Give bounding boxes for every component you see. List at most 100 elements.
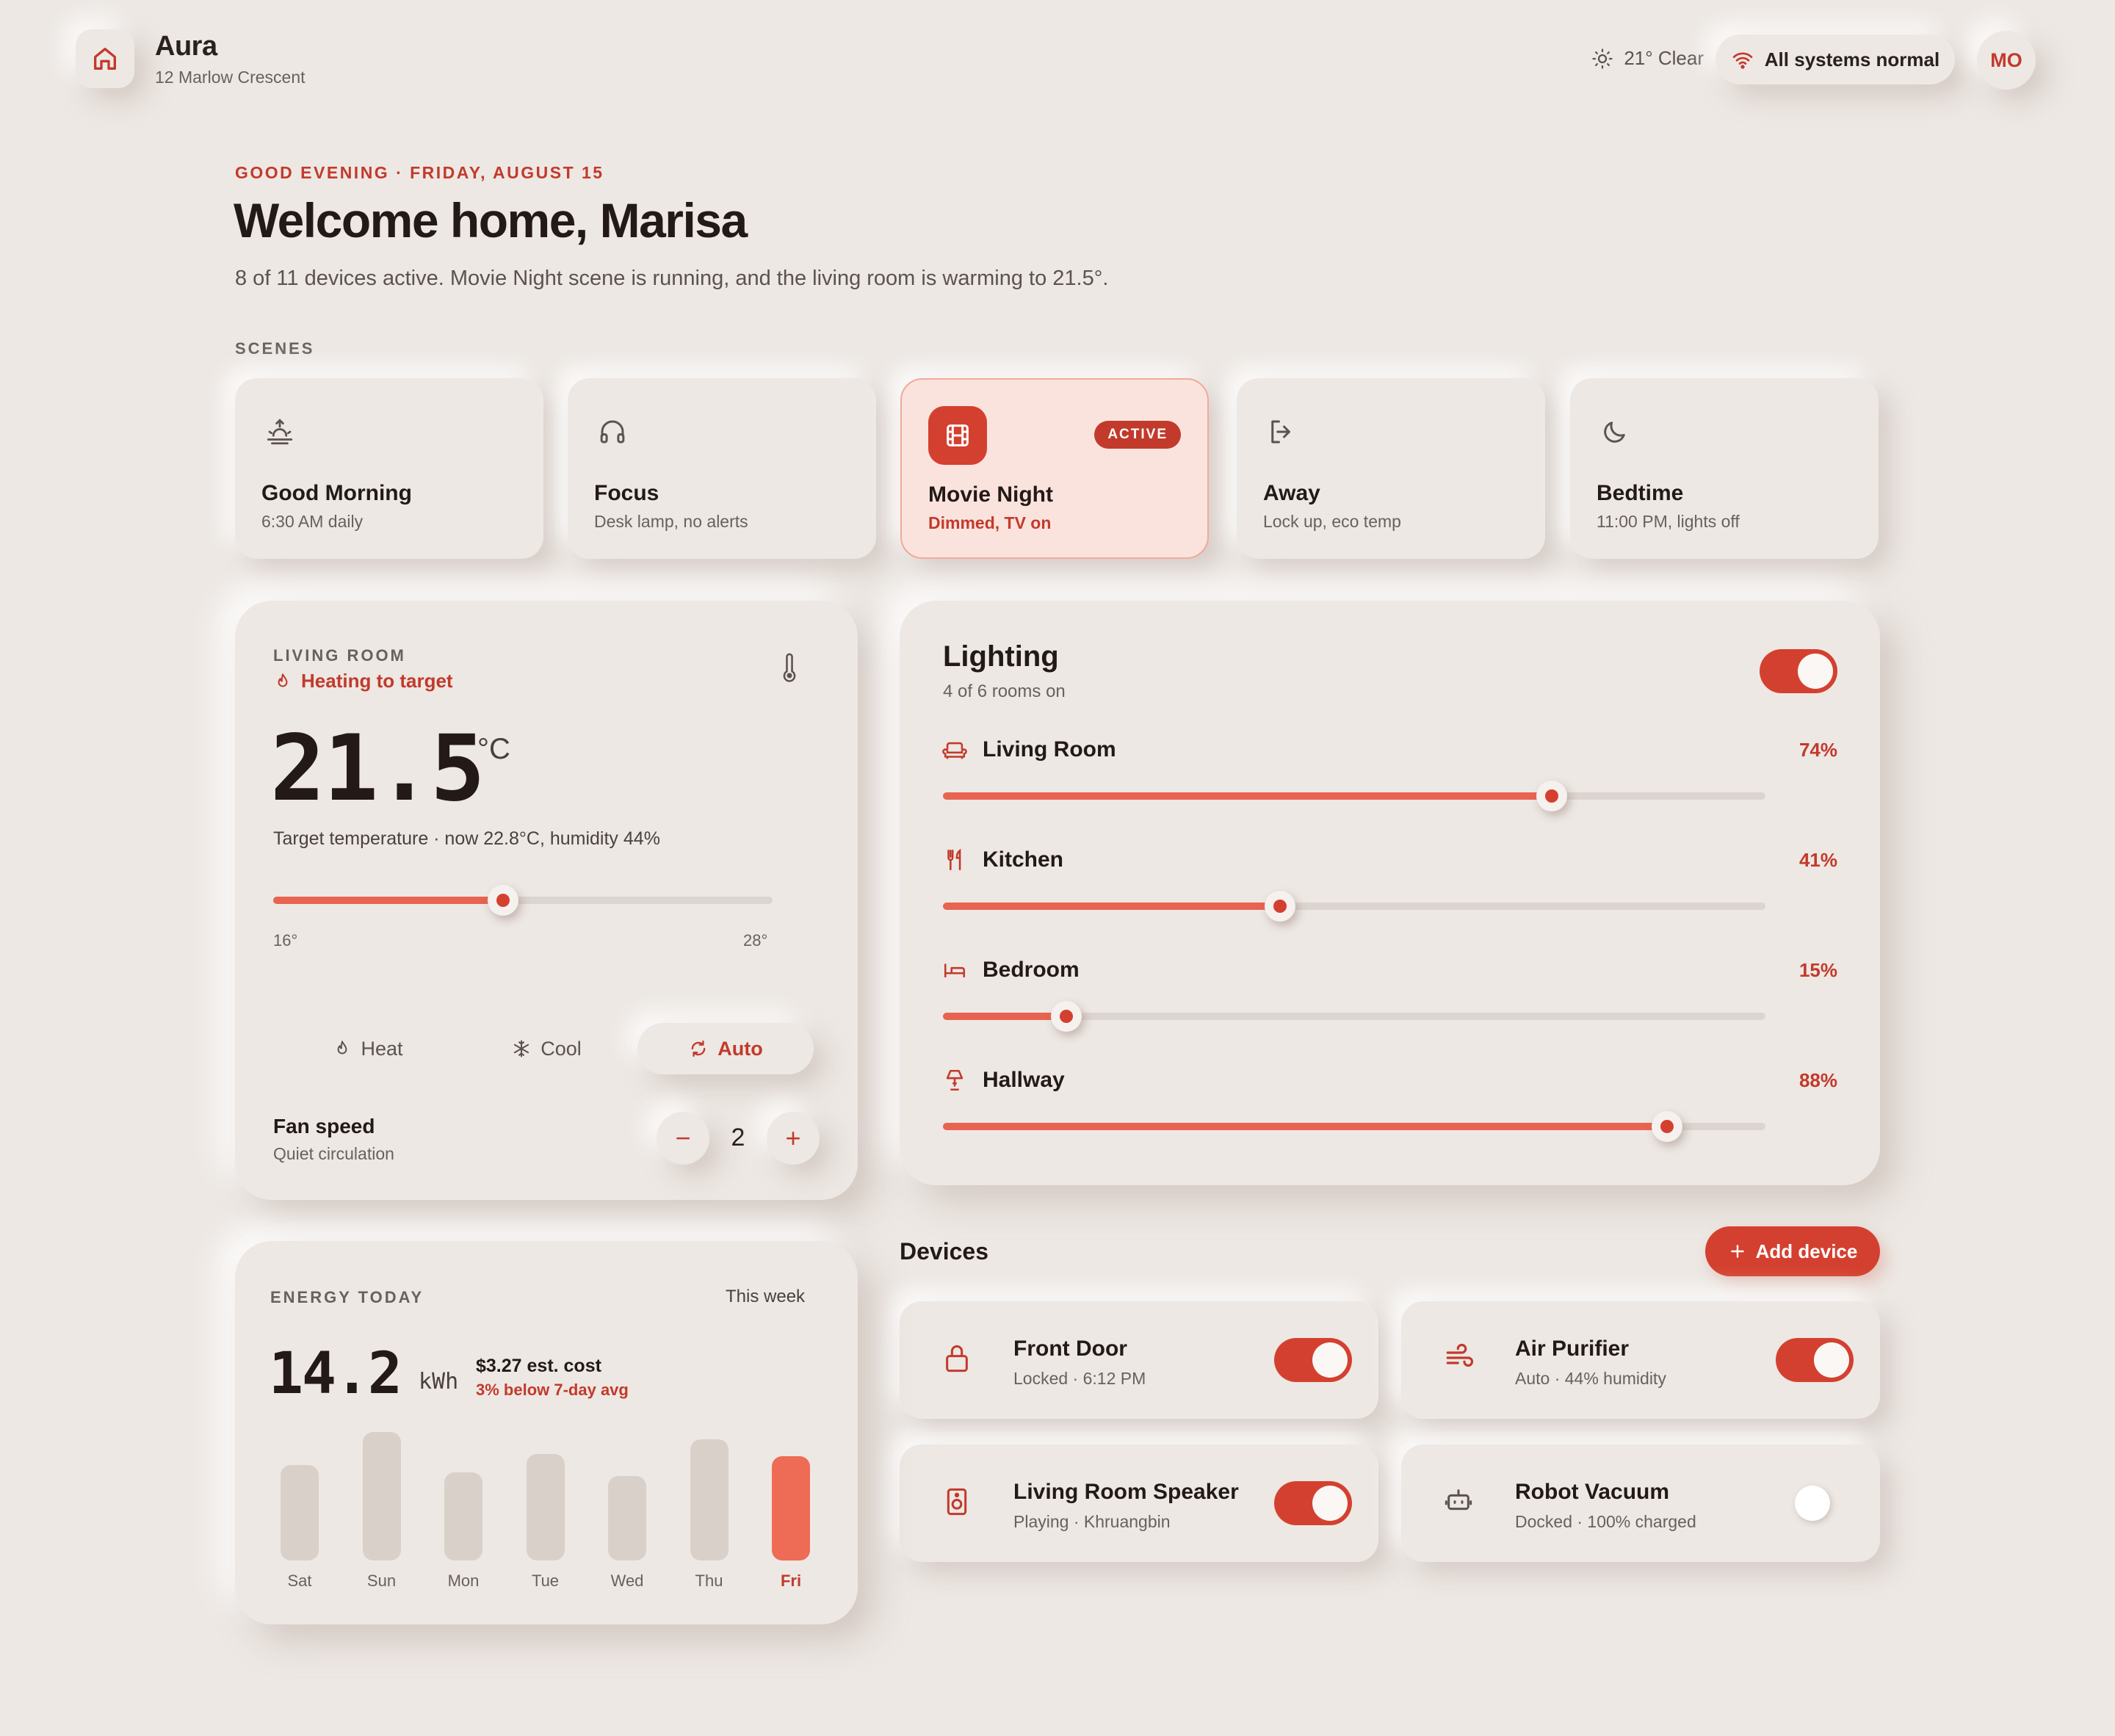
light-slider-fill	[943, 1013, 1066, 1020]
scene-name: Bedtime	[1597, 481, 1684, 505]
fan-speed-label: Fan speed	[273, 1115, 375, 1138]
mode-label: Heat	[361, 1037, 403, 1060]
energy-range-selector[interactable]: This week	[726, 1287, 805, 1307]
energy-bar-mon	[444, 1472, 482, 1560]
light-room-label: Bedroom	[983, 958, 1080, 982]
device-meta: Locked · 6:12 PM	[1013, 1369, 1146, 1388]
home-logo-button[interactable]	[76, 29, 134, 88]
light-slider-knob[interactable]	[1651, 1111, 1682, 1142]
light-slider-knob[interactable]	[1051, 1001, 1082, 1032]
scene-name: Away	[1263, 481, 1320, 505]
energy-day-label: Wed	[610, 1572, 644, 1590]
temperature-unit: °C	[477, 733, 510, 765]
fan-decrease-button[interactable]: −	[657, 1112, 709, 1165]
scene-desc: Dimmed, TV on	[928, 513, 1052, 532]
light-slider-bedroom[interactable]	[943, 1001, 1765, 1032]
energy-day-label: Sat	[287, 1572, 312, 1590]
greeting-date: GOOD EVENING · FRIDAY, AUGUST 15	[235, 163, 604, 182]
energy-bar-sun	[362, 1432, 401, 1560]
thermometer-icon	[777, 652, 802, 684]
utensils-icon	[942, 847, 967, 872]
light-slider-knob[interactable]	[1536, 781, 1567, 811]
energy-bar-thu	[690, 1439, 728, 1560]
snowflake-icon	[511, 1038, 532, 1059]
device-toggle[interactable]	[1776, 1481, 1854, 1525]
add-device-button[interactable]: Add device	[1705, 1226, 1880, 1276]
light-slider-knob[interactable]	[1265, 891, 1296, 922]
flame-icon	[273, 672, 292, 691]
logout-icon	[1263, 413, 1300, 450]
heating-status-text: Heating to target	[301, 670, 453, 692]
light-slider-fill	[943, 903, 1281, 910]
device-toggle[interactable]	[1274, 1481, 1352, 1525]
robot-icon	[1444, 1486, 1473, 1515]
home-address: 12 Marlow Crescent	[155, 68, 306, 87]
user-avatar[interactable]: MO	[1977, 31, 2036, 90]
lighting-subtitle: 4 of 6 rooms on	[943, 681, 1066, 701]
device-name: Living Room Speaker	[1013, 1480, 1239, 1504]
fan-speed-value: 2	[731, 1124, 745, 1151]
device-air-purifier[interactable]: Air Purifier Auto · 44% humidity	[1401, 1301, 1880, 1419]
fan-speed-sub: Quiet circulation	[273, 1144, 394, 1163]
energy-bar-chart	[270, 1425, 828, 1560]
scene-away[interactable]: Away Lock up, eco temp	[1237, 378, 1545, 559]
energy-unit: kWh	[419, 1369, 459, 1395]
temperature-slider[interactable]	[273, 885, 773, 916]
weather-text: 21° Clear	[1624, 47, 1704, 69]
energy-day-label: Tue	[531, 1572, 560, 1590]
device-robot-vacuum[interactable]: Robot Vacuum Docked · 100% charged	[1401, 1444, 1880, 1562]
energy-day-label: Fri	[780, 1572, 802, 1590]
device-name: Front Door	[1013, 1337, 1127, 1361]
mode-heat-button[interactable]: Heat	[313, 1023, 423, 1074]
device-toggle[interactable]	[1776, 1338, 1854, 1382]
scene-desc: 11:00 PM, lights off	[1597, 512, 1740, 531]
mode-cool-button[interactable]: Cool	[488, 1023, 605, 1074]
scene-good-morning[interactable]: Good Morning 6:30 AM daily	[235, 378, 543, 559]
wifi-icon	[1731, 48, 1754, 71]
film-icon	[928, 406, 987, 465]
sofa-icon	[942, 738, 967, 763]
scene-bedtime[interactable]: Bedtime 11:00 PM, lights off	[1570, 378, 1879, 559]
devices-title: Devices	[900, 1238, 988, 1265]
device-toggle[interactable]	[1274, 1338, 1352, 1382]
fan-increase-button[interactable]: +	[767, 1112, 820, 1165]
system-status-pill[interactable]: All systems normal	[1716, 35, 1955, 84]
headphones-icon	[594, 413, 631, 450]
light-slider-fill	[943, 1123, 1667, 1130]
energy-bar-wed	[608, 1476, 646, 1560]
moon-icon	[1597, 413, 1633, 450]
sunrise-icon	[261, 413, 298, 450]
system-status-text: All systems normal	[1764, 48, 1940, 70]
flame-icon	[333, 1039, 352, 1058]
light-slider-living-room[interactable]	[943, 781, 1765, 811]
lighting-master-toggle[interactable]	[1760, 649, 1837, 693]
scene-focus[interactable]: Focus Desk lamp, no alerts	[568, 378, 876, 559]
light-room-percent: 74%	[1798, 739, 1837, 761]
scene-name: Movie Night	[928, 482, 1053, 507]
scene-name: Good Morning	[261, 481, 412, 505]
temperature-caption: Target temperature · now 22.8°C, humidit…	[273, 828, 660, 849]
scene-name: Focus	[594, 481, 659, 505]
light-slider-kitchen[interactable]	[943, 891, 1765, 922]
temperature-slider-fill	[273, 897, 503, 904]
scene-movie-night[interactable]: ACTIVE Movie Night Dimmed, TV on	[900, 378, 1209, 559]
light-room-label: Kitchen	[983, 847, 1064, 872]
brand-name: Aura	[155, 31, 217, 62]
temperature-slider-knob[interactable]	[487, 885, 518, 916]
light-room-label: Hallway	[983, 1068, 1065, 1092]
energy-bar-fri	[772, 1456, 810, 1560]
lamp-icon	[942, 1068, 967, 1093]
device-living-room-speaker[interactable]: Living Room Speaker Playing · Khruangbin	[900, 1444, 1378, 1562]
light-room-percent: 41%	[1798, 849, 1837, 871]
lighting-title: Lighting	[943, 640, 1059, 673]
mode-auto-button[interactable]: Auto	[637, 1023, 814, 1074]
mode-label: Auto	[717, 1037, 763, 1060]
light-slider-fill	[943, 792, 1552, 800]
energy-day-label: Mon	[447, 1572, 480, 1590]
device-front-door[interactable]: Front Door Locked · 6:12 PM	[900, 1301, 1378, 1419]
scene-desc: Lock up, eco temp	[1263, 512, 1401, 531]
weather-widget: 21° Clear	[1591, 47, 1704, 70]
add-device-label: Add device	[1755, 1240, 1858, 1262]
speaker-icon	[942, 1486, 972, 1518]
light-slider-hallway[interactable]	[943, 1111, 1765, 1142]
